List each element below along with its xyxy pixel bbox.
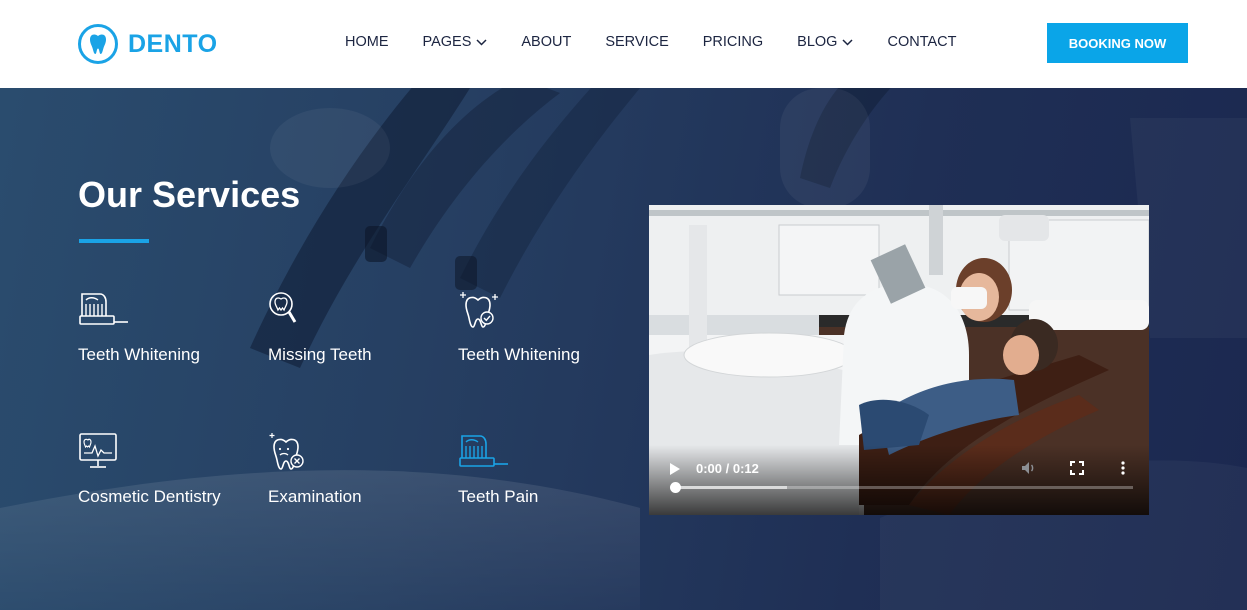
video-progress-bar[interactable]	[670, 482, 1133, 493]
toothbrush-icon	[459, 435, 508, 467]
services-section: Our Services Teeth Whitening Missing Tee…	[0, 88, 1247, 610]
nav-label: PRICING	[702, 34, 764, 50]
xray-monitor-icon	[79, 433, 117, 468]
tooth-x-icon	[269, 433, 304, 470]
nav-label: CONTACT	[887, 34, 957, 50]
brand-name: DENTO	[128, 29, 218, 58]
chevron-down-icon	[842, 38, 853, 46]
site-header: DENTO HOME PAGES ABOUT SERVICE PRICING B…	[0, 0, 1247, 88]
service-item[interactable]: Teeth Pain	[458, 432, 638, 507]
service-item[interactable]: Teeth Whitening	[458, 290, 638, 365]
service-item[interactable]: Teeth Whitening	[78, 290, 258, 365]
play-icon[interactable]	[669, 462, 681, 481]
video-controls: 0:00 / 0:12	[649, 445, 1149, 515]
main-nav: HOME PAGES ABOUT SERVICE PRICING BLOG CO…	[345, 34, 990, 50]
nav-label: PAGES	[422, 34, 472, 50]
video-time: 0:00 / 0:12	[696, 461, 759, 476]
service-label: Cosmetic Dentistry	[78, 487, 221, 506]
service-label: Examination	[268, 487, 362, 506]
service-label: Teeth Whitening	[78, 345, 200, 364]
video-player[interactable]: 0:00 / 0:12	[649, 205, 1149, 515]
chevron-down-icon	[476, 38, 487, 46]
tooth-icon	[78, 24, 118, 64]
sparkling-tooth-icon	[460, 292, 498, 328]
service-item[interactable]: Cosmetic Dentistry	[78, 432, 258, 507]
toothbrush-icon	[79, 293, 128, 325]
brand-logo[interactable]: DENTO	[78, 24, 218, 64]
fullscreen-icon[interactable]	[1070, 461, 1084, 480]
nav-item-about[interactable]: ABOUT	[521, 34, 571, 50]
booking-now-button[interactable]: BOOKING NOW	[1047, 23, 1188, 63]
service-label: Missing Teeth	[268, 345, 372, 364]
nav-label: SERVICE	[605, 34, 669, 50]
video-scrub-handle[interactable]	[670, 482, 681, 493]
nav-item-pricing[interactable]: PRICING	[703, 34, 763, 50]
service-item[interactable]: Missing Teeth	[268, 290, 448, 365]
service-label: Teeth Pain	[458, 487, 539, 506]
service-item[interactable]: Examination	[268, 432, 448, 507]
nav-item-blog[interactable]: BLOG	[797, 34, 853, 50]
video-buffer-bar	[671, 486, 787, 489]
nav-label: BLOG	[797, 34, 838, 50]
tooth-magnifier-icon	[269, 292, 297, 323]
more-options-icon[interactable]	[1121, 461, 1125, 480]
nav-item-contact[interactable]: CONTACT	[887, 34, 956, 50]
section-title: Our Services	[78, 174, 301, 215]
nav-item-service[interactable]: SERVICE	[605, 34, 668, 50]
title-underline	[79, 239, 149, 243]
nav-label: HOME	[345, 34, 389, 50]
service-label: Teeth Whitening	[458, 345, 580, 364]
volume-icon[interactable]	[1021, 461, 1037, 480]
nav-item-home[interactable]: HOME	[345, 34, 389, 50]
nav-label: ABOUT	[521, 34, 572, 50]
nav-item-pages[interactable]: PAGES	[423, 34, 488, 50]
